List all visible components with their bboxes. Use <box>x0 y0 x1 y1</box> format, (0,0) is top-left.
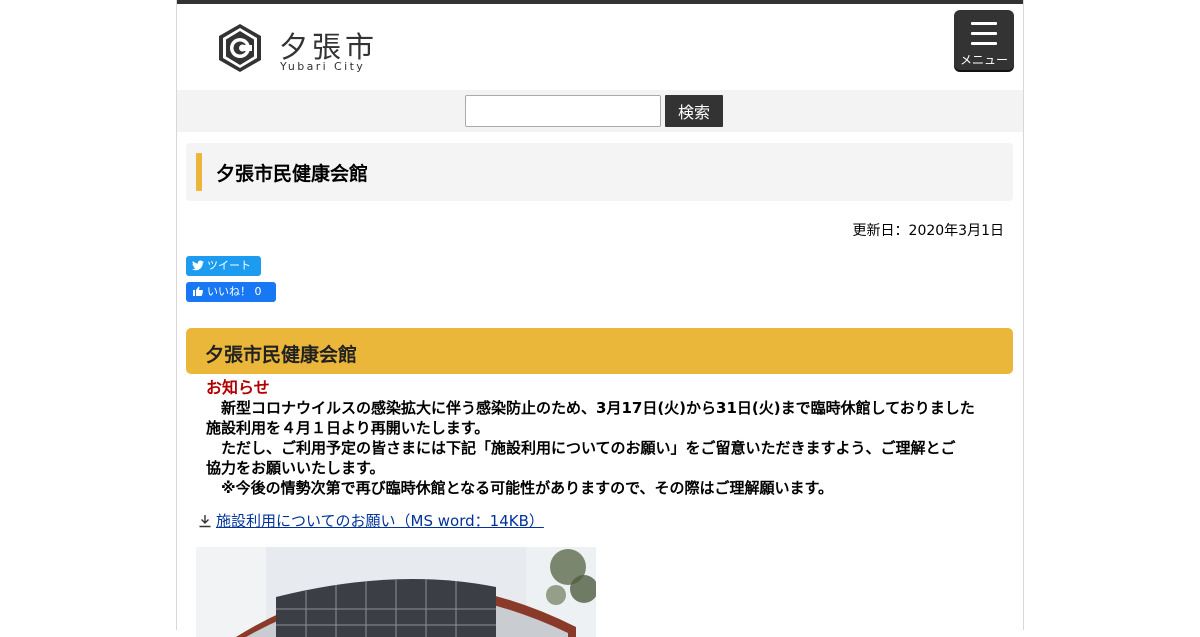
like-label: いいね！ 0 <box>207 285 262 298</box>
tweet-button[interactable]: ツイート <box>186 256 261 276</box>
download-icon <box>199 515 211 528</box>
notice-line: 施設利用を４月１日より再開いたします。 <box>206 419 490 437</box>
notice-line: 新型コロナウイルスの感染拡大に伴う感染防止のため、3月17日(火)から31日(火… <box>206 399 975 417</box>
notice-line: 協力をお願いいたします。 <box>206 459 385 477</box>
content-area: 夕張市民健康会館 更新日：2020年3月1日 ツイート いいね！ 0 夕張市民健… <box>176 0 1024 637</box>
page-title-box: 夕張市民健康会館 <box>186 143 1013 201</box>
title-accent-bar <box>196 153 202 191</box>
building-photo <box>196 547 596 637</box>
download-link[interactable]: 施設利用についてのお願い（MS word：14KB） <box>216 512 544 530</box>
notice-line: ただし、ご利用予定の皆さまには下記「施設利用についてのお願い」をご留意いただきま… <box>206 439 956 457</box>
download-link-row: 施設利用についてのお願い（MS word：14KB） <box>198 510 544 531</box>
page-title: 夕張市民健康会館 <box>216 163 369 185</box>
notice-line: ※今後の情勢次第で再び臨時休館となる可能性がありますので、その際はご理解願います… <box>206 479 834 497</box>
section-heading: 夕張市民健康会館 <box>186 328 1013 374</box>
notice-block: お知らせ 新型コロナウイルスの感染拡大に伴う感染防止のため、3月17日(火)から… <box>206 378 1016 498</box>
thumbs-up-icon <box>193 286 204 296</box>
twitter-bird-icon <box>192 260 204 271</box>
section-title: 夕張市民健康会館 <box>205 344 358 366</box>
facebook-like-button[interactable]: いいね！ 0 <box>186 282 276 302</box>
updated-date: 更新日：2020年3月1日 <box>852 223 1004 239</box>
notice-heading: お知らせ <box>206 378 270 397</box>
tweet-label: ツイート <box>207 259 251 272</box>
